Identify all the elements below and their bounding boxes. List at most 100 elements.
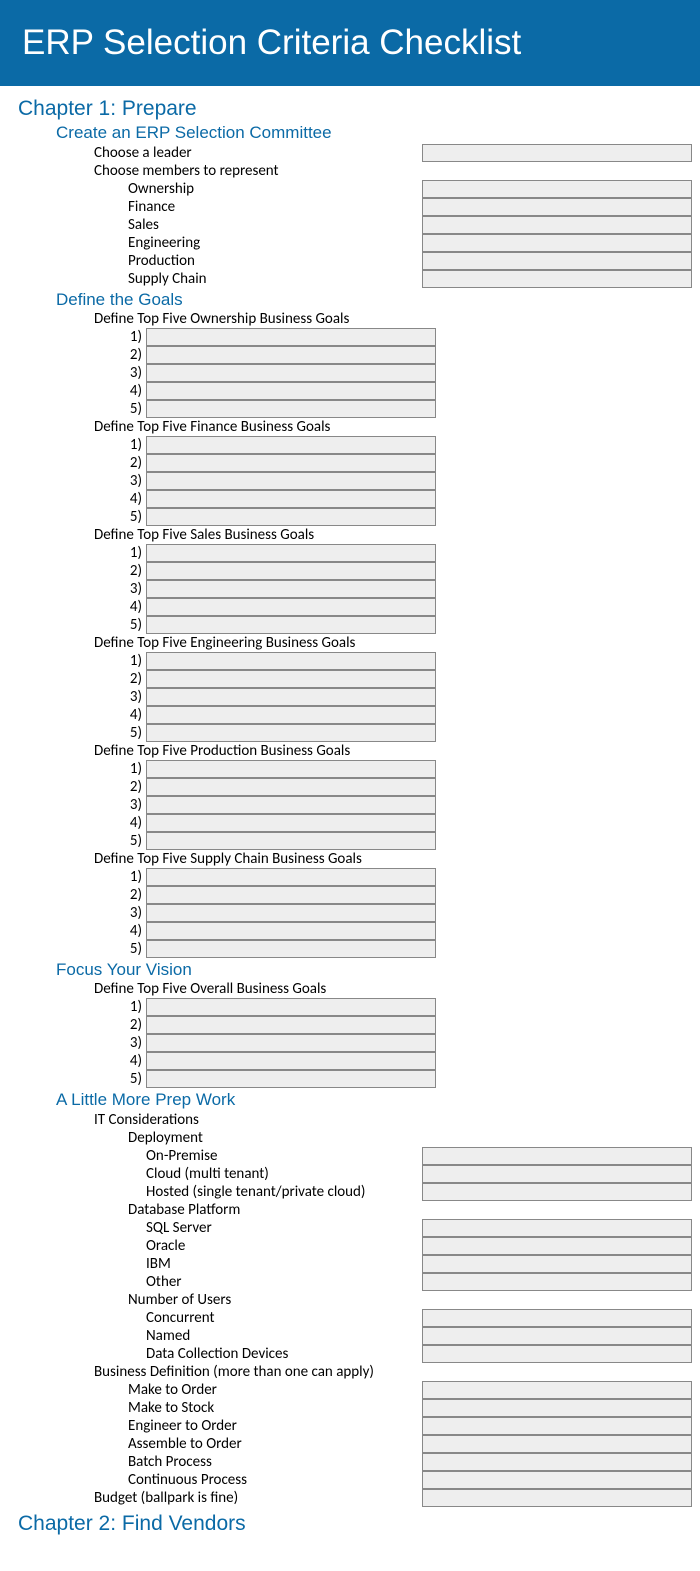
member-ownership: Ownership xyxy=(128,180,194,198)
goal-engineering-3[interactable] xyxy=(146,688,436,706)
goal-sales-1[interactable] xyxy=(146,544,436,562)
goal-supply-4[interactable] xyxy=(146,922,436,940)
bd-mts-field[interactable] xyxy=(422,1399,692,1417)
goals-production-label: Define Top Five Production Business Goal… xyxy=(94,742,700,760)
goal-production-1[interactable] xyxy=(146,760,436,778)
goal-overall-1[interactable] xyxy=(146,998,436,1016)
num-4: 4) xyxy=(122,490,146,508)
num-2: 2) xyxy=(122,670,146,688)
dep-onprem-field[interactable] xyxy=(422,1147,692,1165)
goal-ownership-5[interactable] xyxy=(146,400,436,418)
goal-supply-3[interactable] xyxy=(146,904,436,922)
num-5: 5) xyxy=(122,508,146,526)
goal-supply-2[interactable] xyxy=(146,886,436,904)
committee-members-label: Choose members to represent xyxy=(94,162,279,180)
num-2: 2) xyxy=(122,1016,146,1034)
goal-engineering-1[interactable] xyxy=(146,652,436,670)
member-engineering-field[interactable] xyxy=(422,234,692,252)
db-sql-field[interactable] xyxy=(422,1219,692,1237)
num-1: 1) xyxy=(122,544,146,562)
bd-mto-field[interactable] xyxy=(422,1381,692,1399)
goal-finance-5[interactable] xyxy=(146,508,436,526)
goal-supply-5[interactable] xyxy=(146,940,436,958)
num-2: 2) xyxy=(122,886,146,904)
content: Chapter 1: Prepare Create an ERP Selecti… xyxy=(0,86,700,1546)
db-other: Other xyxy=(146,1273,182,1291)
db-other-field[interactable] xyxy=(422,1273,692,1291)
goal-production-3[interactable] xyxy=(146,796,436,814)
goal-ownership-3[interactable] xyxy=(146,364,436,382)
num-3: 3) xyxy=(122,904,146,922)
num-2: 2) xyxy=(122,346,146,364)
num-1: 1) xyxy=(122,760,146,778)
member-sales-field[interactable] xyxy=(422,216,692,234)
num-1: 1) xyxy=(122,436,146,454)
goal-finance-3[interactable] xyxy=(146,472,436,490)
member-supply-field[interactable] xyxy=(422,270,692,288)
section-vision: Focus Your Vision xyxy=(56,960,700,980)
goal-engineering-5[interactable] xyxy=(146,724,436,742)
goal-finance-1[interactable] xyxy=(146,436,436,454)
num-3: 3) xyxy=(122,580,146,598)
goal-finance-2[interactable] xyxy=(146,454,436,472)
member-ownership-field[interactable] xyxy=(422,180,692,198)
dep-hosted: Hosted (single tenant/private cloud) xyxy=(146,1183,365,1201)
goal-sales-3[interactable] xyxy=(146,580,436,598)
bd-batch-field[interactable] xyxy=(422,1453,692,1471)
goals-sales-label: Define Top Five Sales Business Goals xyxy=(94,526,700,544)
dep-onprem: On-Premise xyxy=(146,1147,217,1165)
chapter-1-heading: Chapter 1: Prepare xyxy=(18,96,700,121)
goal-production-5[interactable] xyxy=(146,832,436,850)
num-5: 5) xyxy=(122,940,146,958)
num-2: 2) xyxy=(122,454,146,472)
bd-cont: Continuous Process xyxy=(128,1471,247,1489)
member-production-field[interactable] xyxy=(422,252,692,270)
num-3: 3) xyxy=(122,472,146,490)
goal-ownership-4[interactable] xyxy=(146,382,436,400)
users-concurrent: Concurrent xyxy=(146,1309,215,1327)
bizdef-label: Business Definition (more than one can a… xyxy=(94,1363,374,1381)
goal-overall-4[interactable] xyxy=(146,1052,436,1070)
dep-hosted-field[interactable] xyxy=(422,1183,692,1201)
db-ibm: IBM xyxy=(146,1255,171,1273)
goals-supply-label: Define Top Five Supply Chain Business Go… xyxy=(94,850,700,868)
bd-eto: Engineer to Order xyxy=(128,1417,237,1435)
goal-overall-3[interactable] xyxy=(146,1034,436,1052)
num-4: 4) xyxy=(122,706,146,724)
committee-leader-field[interactable] xyxy=(422,144,692,162)
dep-cloud: Cloud (multi tenant) xyxy=(146,1165,269,1183)
users-named-field[interactable] xyxy=(422,1327,692,1345)
num-1: 1) xyxy=(122,328,146,346)
bd-cont-field[interactable] xyxy=(422,1471,692,1489)
goal-ownership-2[interactable] xyxy=(146,346,436,364)
budget-field[interactable] xyxy=(422,1489,692,1507)
goal-ownership-1[interactable] xyxy=(146,328,436,346)
goal-finance-4[interactable] xyxy=(146,490,436,508)
goal-production-2[interactable] xyxy=(146,778,436,796)
bd-eto-field[interactable] xyxy=(422,1417,692,1435)
dep-cloud-field[interactable] xyxy=(422,1165,692,1183)
goal-overall-2[interactable] xyxy=(146,1016,436,1034)
db-sql: SQL Server xyxy=(146,1219,212,1237)
bd-ato-field[interactable] xyxy=(422,1435,692,1453)
users-concurrent-field[interactable] xyxy=(422,1309,692,1327)
bd-ato: Assemble to Order xyxy=(128,1435,242,1453)
goal-overall-5[interactable] xyxy=(146,1070,436,1088)
goals-finance-label: Define Top Five Finance Business Goals xyxy=(94,418,700,436)
goal-sales-5[interactable] xyxy=(146,616,436,634)
goal-engineering-2[interactable] xyxy=(146,670,436,688)
goal-supply-1[interactable] xyxy=(146,868,436,886)
goal-production-4[interactable] xyxy=(146,814,436,832)
users-dcd-field[interactable] xyxy=(422,1345,692,1363)
num-4: 4) xyxy=(122,598,146,616)
db-ibm-field[interactable] xyxy=(422,1255,692,1273)
member-supply: Supply Chain xyxy=(128,270,207,288)
member-finance-field[interactable] xyxy=(422,198,692,216)
goal-sales-2[interactable] xyxy=(146,562,436,580)
goal-engineering-4[interactable] xyxy=(146,706,436,724)
db-oracle-field[interactable] xyxy=(422,1237,692,1255)
goal-sales-4[interactable] xyxy=(146,598,436,616)
bd-mts: Make to Stock xyxy=(128,1399,214,1417)
deployment-label: Deployment xyxy=(128,1129,203,1147)
section-prep: A Little More Prep Work xyxy=(56,1090,700,1110)
